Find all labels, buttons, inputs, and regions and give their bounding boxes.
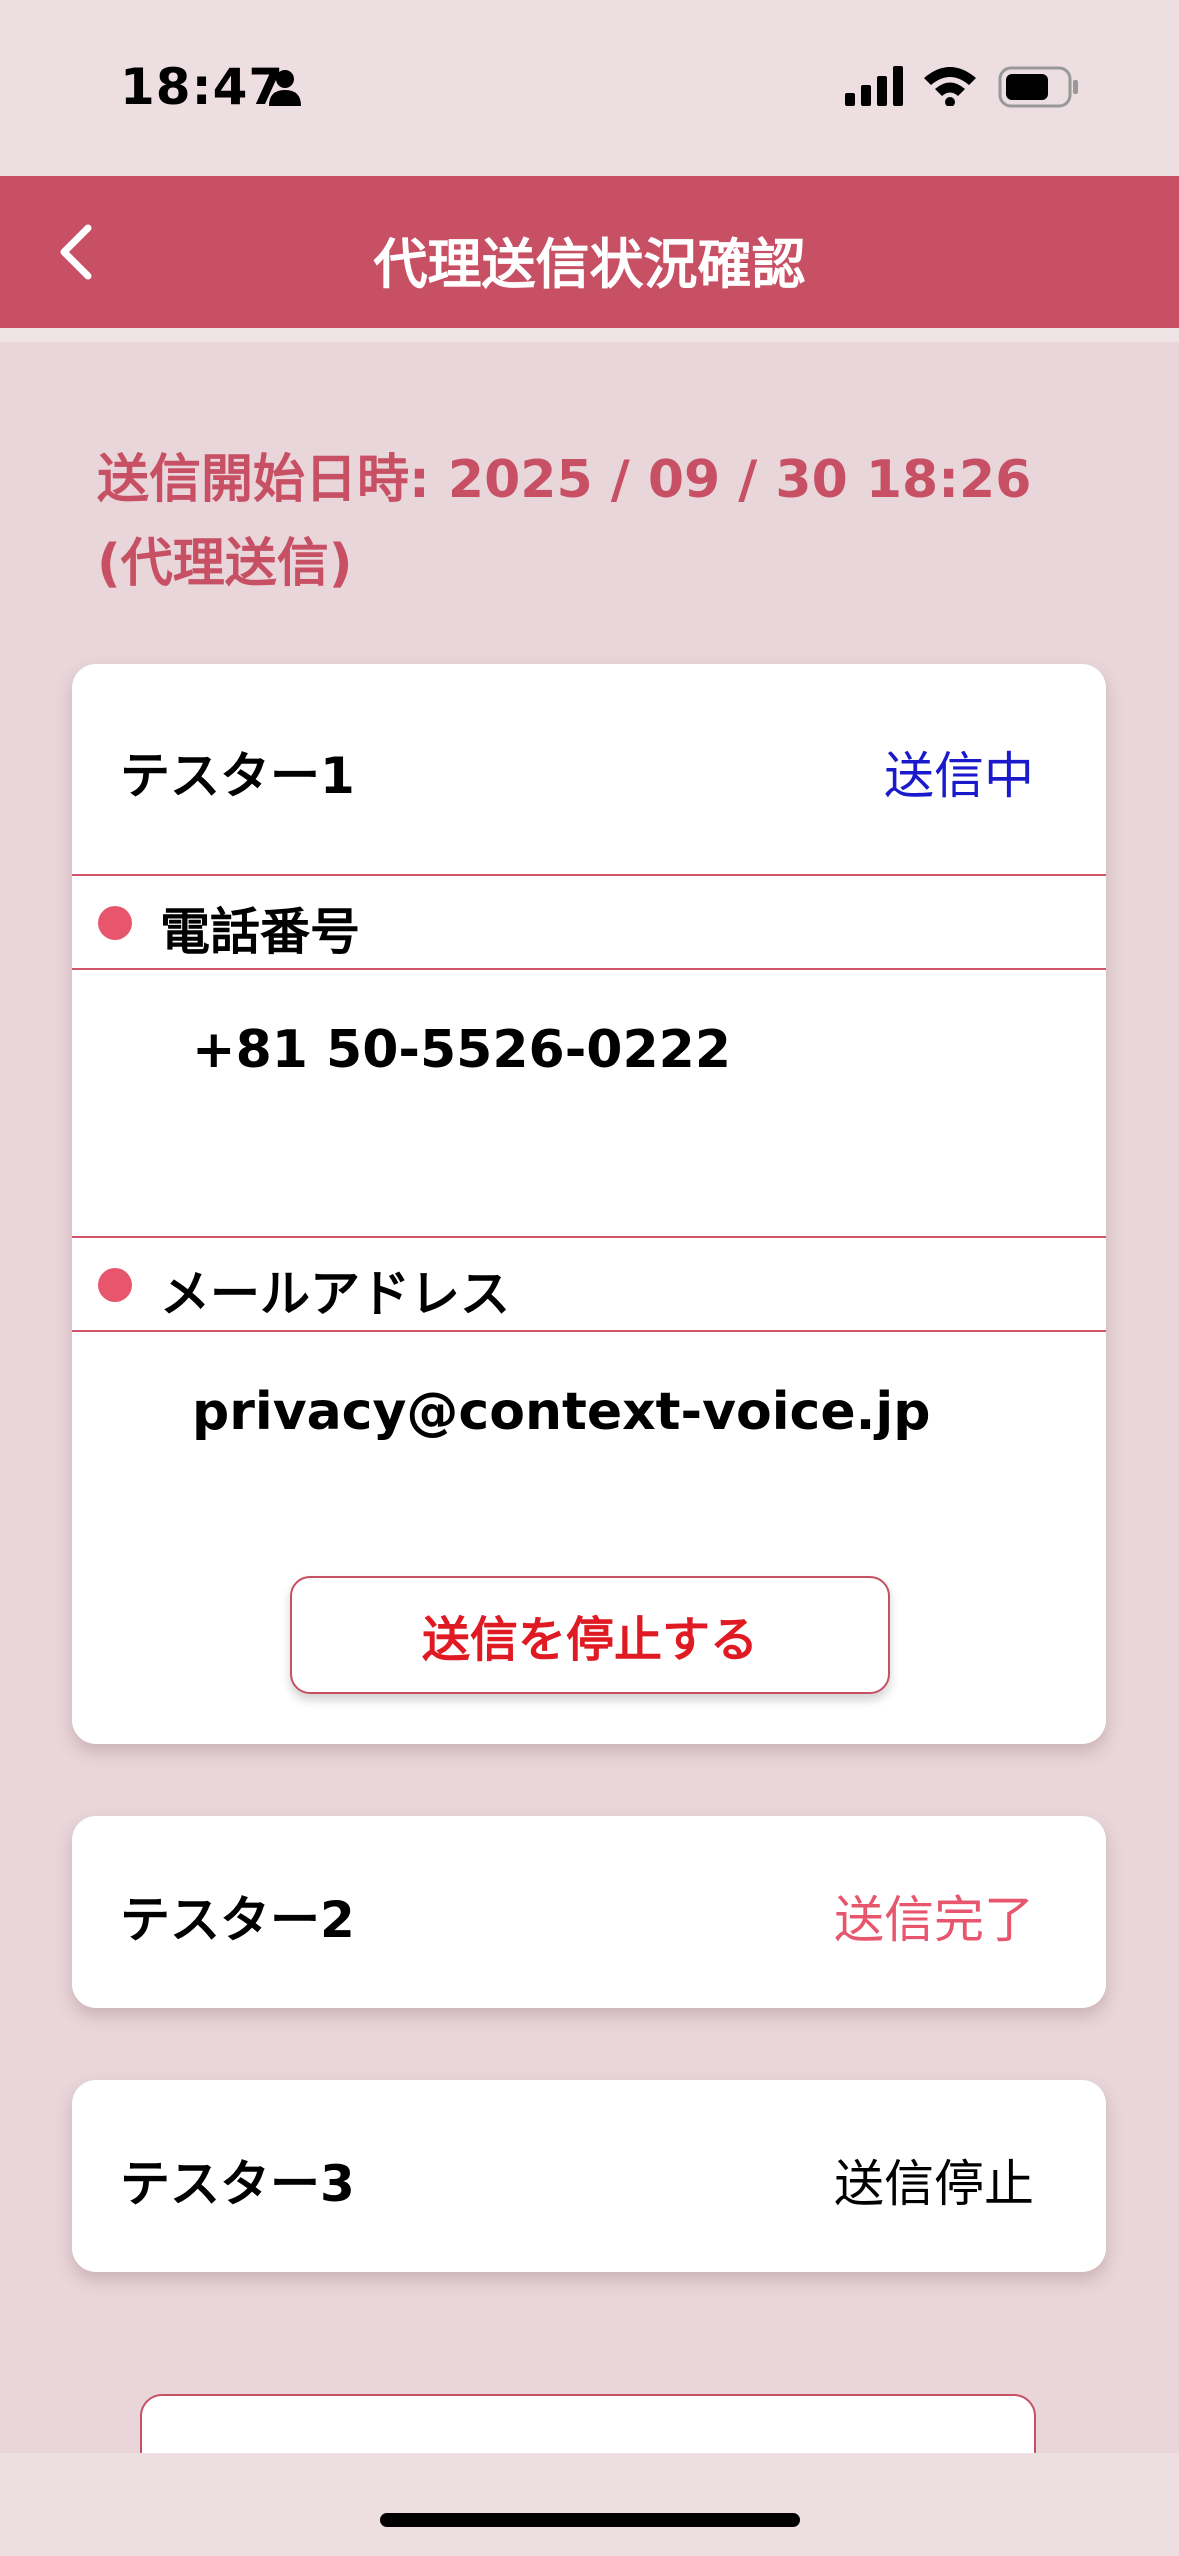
phone-label: 電話番号 [160,903,360,961]
signal-icon [845,66,903,106]
phone-section-header: 電話番号 [72,874,1106,970]
email-label: メールアドレス [160,1265,510,1323]
status-time: 18:47 [120,58,285,116]
nav-divider [0,328,1179,342]
recipient-card[interactable]: テスター1 送信中 電話番号 +81 50-5526-0222 メールアドレス … [72,664,1106,1744]
status-bar: 18:47 [0,0,1179,176]
home-indicator[interactable] [380,2513,800,2527]
page-title: 代理送信状況確認 [373,233,806,296]
recipient-name: テスター3 [120,2155,355,2213]
recipient-name: テスター2 [120,1891,355,1949]
recipient-card[interactable]: テスター3 送信停止 [72,2080,1106,2272]
phone-value: +81 50-5526-0222 [192,1020,732,1080]
send-start-info: 送信開始日時: 2025 / 09 / 30 18:26 (代理送信) [97,438,1031,606]
recipient-name: テスター1 [120,747,355,805]
bottom-safe-area [0,2453,1179,2556]
send-mode-label: (代理送信) [97,534,353,594]
bullet-dot-icon [98,906,132,940]
person-icon [269,70,301,106]
recipient-card[interactable]: テスター2 送信完了 [72,1816,1106,2008]
send-start-datetime: 送信開始日時: 2025 / 09 / 30 18:26 [97,450,1032,510]
nav-bar: 代理送信状況確認 [0,176,1179,328]
email-value: privacy@context-voice.jp [192,1382,931,1442]
bullet-dot-icon [98,1268,132,1302]
recipient-status: 送信中 [884,747,1034,805]
stop-sending-button[interactable]: 送信を停止する [290,1576,890,1694]
recipient-status: 送信停止 [834,2155,1034,2213]
recipient-status: 送信完了 [834,1891,1034,1949]
email-section-header: メールアドレス [72,1236,1106,1332]
battery-icon [998,66,1078,108]
wifi-icon [924,67,976,106]
